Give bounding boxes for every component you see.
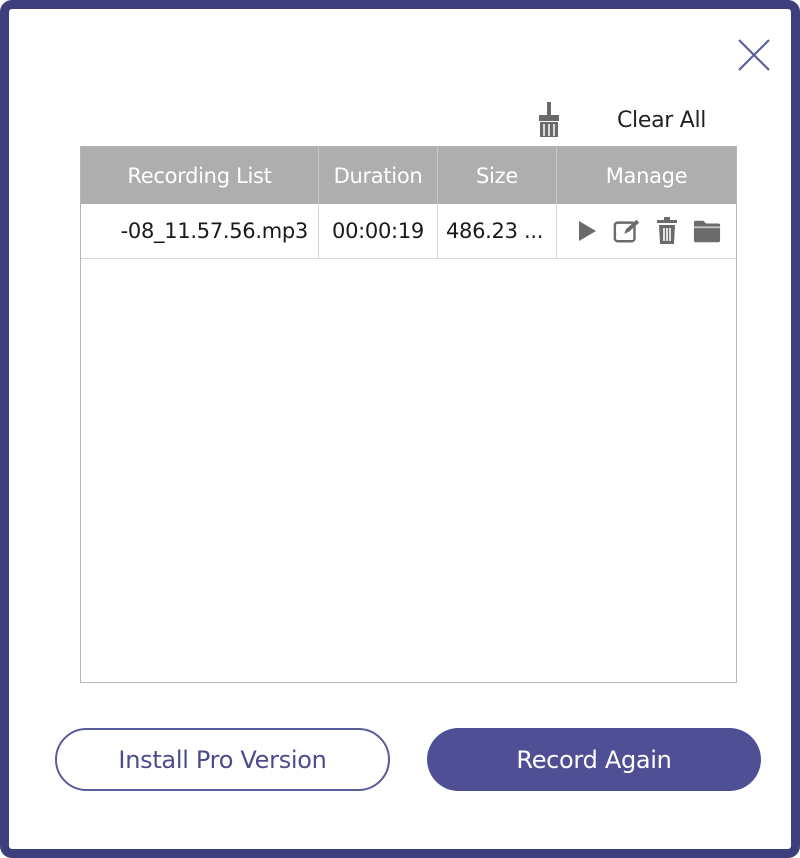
- folder-icon: [693, 220, 720, 243]
- header-duration: Duration: [319, 147, 438, 204]
- edit-icon: [613, 219, 639, 243]
- play-button[interactable]: [573, 217, 601, 245]
- header-manage: Manage: [605, 163, 688, 188]
- recording-filename: -08_11.57.56.mp3: [81, 204, 319, 258]
- edit-button[interactable]: [613, 217, 641, 245]
- delete-button[interactable]: [653, 217, 681, 245]
- recording-duration: 00:00:19: [319, 204, 438, 258]
- close-button[interactable]: [735, 36, 773, 74]
- trash-icon: [656, 217, 677, 244]
- recording-size: 486.23 ...: [438, 204, 557, 258]
- open-folder-button[interactable]: [693, 217, 721, 245]
- header-recording-list: Recording List: [81, 147, 319, 204]
- header-size: Size: [438, 147, 557, 204]
- manage-actions: [557, 204, 736, 258]
- close-icon: [738, 39, 770, 71]
- broom-icon: [539, 102, 559, 137]
- clear-all-button[interactable]: Clear All: [535, 101, 706, 139]
- table-row[interactable]: -08_11.57.56.mp3 00:00:19 486.23 ...: [81, 204, 736, 259]
- clear-all-label: Clear All: [617, 107, 707, 133]
- table-header: Recording List Duration Size Manage: [81, 147, 736, 204]
- recording-table: Recording List Duration Size Manage -08_…: [80, 146, 737, 683]
- install-pro-button[interactable]: Install Pro Version: [55, 728, 390, 791]
- recording-list-dialog: Clear All Recording List Duration Size M…: [0, 0, 800, 858]
- play-icon: [578, 221, 596, 241]
- record-again-button[interactable]: Record Again: [427, 728, 761, 791]
